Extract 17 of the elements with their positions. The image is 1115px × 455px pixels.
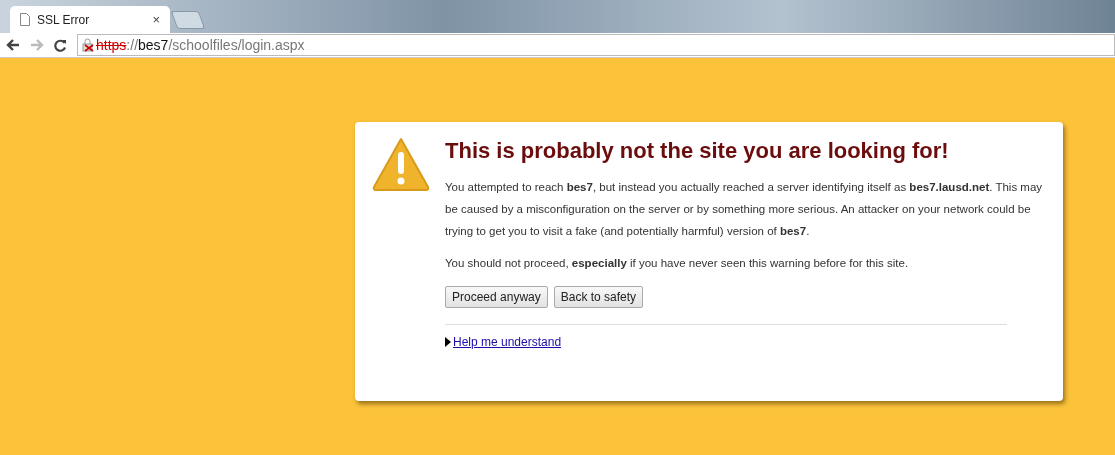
help-link[interactable]: Help me understand	[453, 335, 562, 349]
close-tab-button[interactable]: ×	[152, 12, 160, 27]
disclosure-triangle-icon[interactable]	[445, 337, 451, 347]
tab-title: SSL Error	[37, 12, 91, 27]
address-bar[interactable]: https://bes7/schoolfiles/login.aspx	[77, 34, 1115, 56]
warning-title: This is probably not the site you are looking for!	[445, 138, 950, 164]
warning-paragraph: You should not proceed, especially if you have never seen this warning before for this site.	[445, 256, 910, 271]
action-button[interactable]: Proceed anyway	[445, 286, 548, 308]
warning-paragraph: You attempted to reach bes7, but instead you actually reached a server identifying itself as bes7.lausd.net. This may be caused by a misconfiguration on the server or by something more serious. An attacker on your network could be trying to get you to visit a fake (and potentially harmful) version of bes7.	[445, 180, 1044, 239]
warning-icon	[371, 136, 431, 192]
url-text: https://bes7/schoolfiles/login.aspx	[96, 37, 305, 53]
action-button[interactable]: Back to safety	[553, 286, 644, 308]
back-icon[interactable]	[6, 39, 20, 51]
page-icon	[20, 13, 30, 26]
browser-tab[interactable]: SSL Error ×	[10, 6, 170, 33]
reload-icon[interactable]	[54, 38, 67, 52]
broken-lock-icon	[82, 38, 94, 52]
